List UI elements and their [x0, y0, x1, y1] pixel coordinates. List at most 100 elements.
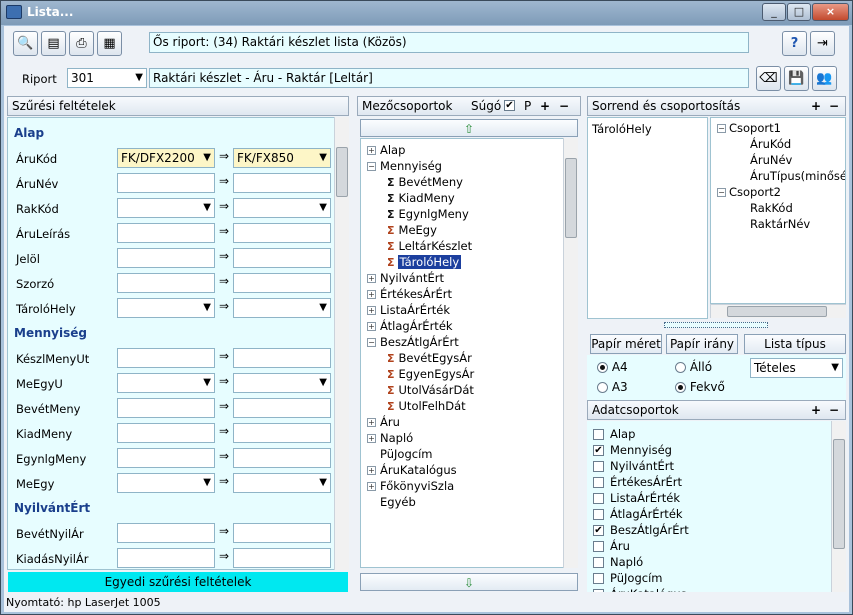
group-hscroll-thumb[interactable] [727, 306, 827, 317]
datagroup-item[interactable]: ✔ Mennyiség [593, 443, 672, 457]
fieldgroup-item[interactable]: + ListaÁrÉrték [367, 303, 450, 317]
collapse-icon[interactable]: − [717, 124, 726, 133]
scroll-up-button[interactable]: ⇧ [360, 119, 578, 137]
datagroups-scroll-thumb[interactable] [833, 439, 845, 549]
preview-button[interactable]: 🔍 [13, 31, 38, 56]
fieldgroup-item[interactable]: + FőkönyviSzla [367, 479, 454, 493]
filter-from-field[interactable] [117, 248, 215, 268]
filter-to-field[interactable] [233, 448, 331, 468]
fieldgroup-item[interactable]: Σ EgyenEgysÁr [387, 367, 474, 381]
filter-to-field[interactable] [233, 273, 331, 293]
fieldgroups-scroll-thumb[interactable] [565, 158, 577, 238]
datagroup-item[interactable]: Áru [593, 539, 630, 553]
order-item[interactable]: TárolóHely [592, 122, 652, 136]
portrait-option[interactable]: Álló [675, 360, 712, 374]
portrait-radio[interactable] [675, 362, 686, 373]
horizontal-splitter[interactable] [664, 322, 768, 328]
fieldgroup-item[interactable]: Σ LeltárKészlet [387, 239, 472, 253]
filter-to-field[interactable] [233, 423, 331, 443]
datagroup-checkbox[interactable] [593, 509, 604, 520]
datagroup-item[interactable]: Alap [593, 427, 635, 441]
title-bar[interactable]: Lista... _ □ × [1, 1, 852, 25]
datagroup-item[interactable]: ÁtlagÁrÉrték [593, 507, 683, 521]
filter-to-field[interactable]: ▼ [233, 473, 331, 493]
datagroup-checkbox[interactable] [593, 557, 604, 568]
filter-to-field[interactable]: FK/FX850 ▼ [233, 148, 331, 168]
filter-from-field[interactable]: ▼ [117, 373, 215, 393]
filter-from-field[interactable] [117, 548, 215, 568]
datagroup-checkbox[interactable] [593, 589, 604, 592]
filter-from-field[interactable] [117, 223, 215, 243]
expand-icon[interactable]: + [367, 290, 376, 299]
sort-plus-icon[interactable]: + [811, 97, 821, 115]
left-splitter[interactable] [349, 138, 357, 568]
collapse-icon[interactable]: − [367, 338, 376, 347]
fieldgroup-item[interactable]: Σ UtolVásárDát [387, 383, 474, 397]
filter-to-field[interactable]: ▼ [233, 198, 331, 218]
paper-size-tab[interactable]: Papír méret [590, 334, 662, 354]
maximize-button[interactable]: □ [787, 3, 811, 21]
datagroup-item[interactable]: NyilvántÉrt [593, 459, 674, 473]
expand-icon[interactable]: + [367, 146, 376, 155]
a3-radio[interactable] [597, 382, 608, 393]
group-item[interactable]: ÁruNév [747, 153, 792, 167]
filter-to-field[interactable] [233, 223, 331, 243]
group-hscrollbar[interactable] [710, 304, 846, 318]
plus-icon[interactable]: + [540, 97, 550, 115]
datagroup-item[interactable]: Napló [593, 555, 643, 569]
filter-from-field[interactable]: ▼ [117, 298, 215, 318]
paper-orientation-tab[interactable]: Papír irány [666, 334, 738, 354]
fieldgroup-item[interactable]: Σ BevétEgysÁr [387, 351, 472, 365]
datagroup-checkbox[interactable] [593, 493, 604, 504]
datagroup-checkbox[interactable] [593, 429, 604, 440]
group-item[interactable]: ÁruKód [747, 137, 791, 151]
filter-to-field[interactable]: ▼ [233, 298, 331, 318]
export-button[interactable]: ▦ [97, 31, 122, 56]
list-type-tab[interactable]: Lista típus [744, 334, 846, 354]
fieldgroup-item[interactable]: Σ KiadMeny [387, 191, 455, 205]
filter-to-field[interactable] [233, 548, 331, 568]
expand-icon[interactable]: + [367, 322, 376, 331]
fieldgroup-item[interactable]: Σ EgynlgMeny [387, 207, 469, 221]
expand-icon[interactable]: + [367, 466, 376, 475]
riport-select[interactable]: 301 ▼ [67, 68, 147, 88]
minus-icon[interactable]: − [559, 97, 569, 115]
expand-icon[interactable]: + [367, 274, 376, 283]
filters-scrollbar[interactable] [334, 117, 349, 570]
filter-from-field[interactable] [117, 523, 215, 543]
fieldgroup-item[interactable]: PüJogcím [367, 447, 432, 461]
fieldgroup-item[interactable]: + ÁtlagÁrÉrték [367, 319, 453, 333]
print-button[interactable]: ⎙ [69, 31, 94, 56]
filter-to-field[interactable] [233, 248, 331, 268]
help-checkbox[interactable]: ✔ [504, 100, 515, 111]
filter-from-field[interactable] [117, 173, 215, 193]
datagroup-checkbox[interactable] [593, 541, 604, 552]
fieldgroup-item[interactable]: + Áru [367, 415, 400, 429]
save-button[interactable]: 💾 [784, 66, 809, 91]
datagroup-checkbox[interactable] [593, 477, 604, 488]
group-item[interactable]: − Csoport2 [717, 185, 781, 199]
collapse-icon[interactable]: − [367, 162, 376, 171]
expand-icon[interactable]: + [367, 418, 376, 427]
datagroup-item[interactable]: ✔ BeszÁtlgÁrÉrt [593, 523, 689, 537]
fieldgroup-item[interactable]: Σ MeEgy [387, 223, 437, 237]
fieldgroup-item[interactable]: Σ TárolóHely [387, 255, 462, 269]
fieldgroup-item[interactable]: + Napló [367, 431, 413, 445]
datagroup-checkbox[interactable] [593, 573, 604, 584]
a4-option[interactable]: A4 [597, 360, 628, 374]
datagroup-checkbox[interactable]: ✔ [593, 525, 604, 536]
collapse-icon[interactable]: − [717, 188, 726, 197]
group-item[interactable]: − Csoport1 [717, 121, 781, 135]
landscape-radio[interactable] [675, 382, 686, 393]
filter-to-field[interactable]: ▼ [233, 373, 331, 393]
datagroup-item[interactable]: ListaÁrÉrték [593, 491, 680, 505]
datagroup-item[interactable]: ÁruKatalógus [593, 587, 687, 592]
filter-from-field[interactable]: ▼ [117, 473, 215, 493]
close-button[interactable]: × [812, 3, 849, 21]
data-plus-icon[interactable]: + [811, 401, 821, 419]
help-button[interactable]: ? [782, 31, 807, 56]
fieldgroup-item[interactable]: + NyilvántÉrt [367, 271, 444, 285]
datagroups-scrollbar[interactable] [831, 421, 846, 592]
filter-from-field[interactable] [117, 348, 215, 368]
filters-scroll-thumb[interactable] [336, 147, 348, 197]
